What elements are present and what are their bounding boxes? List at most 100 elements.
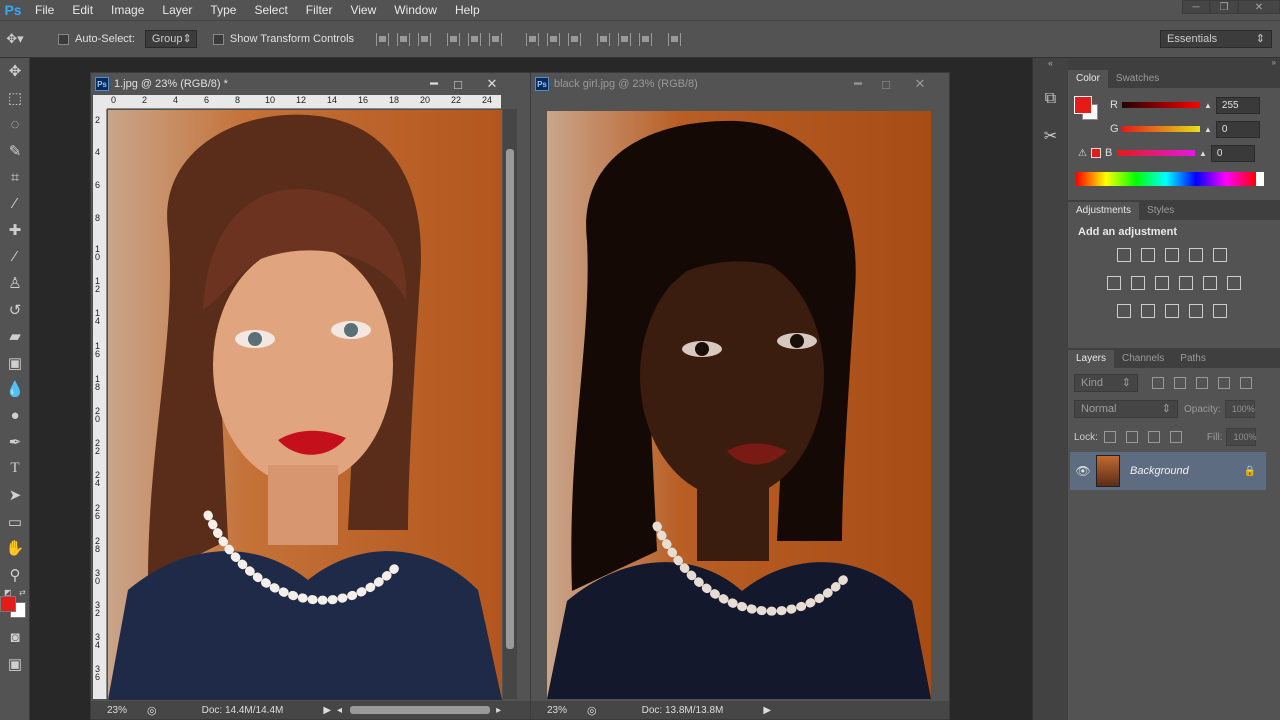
tab-paths[interactable]: Paths — [1172, 350, 1214, 368]
distribute-horizontal-center-icon[interactable] — [618, 32, 632, 46]
horizontal-ruler[interactable]: 0 2 4 6 8 10 12 14 16 18 20 22 24 — [107, 95, 501, 109]
close-app-button[interactable]: ✕ — [1238, 0, 1280, 14]
menu-filter[interactable]: Filter — [297, 0, 342, 20]
slider-handle-icon[interactable]: ▲ — [1199, 149, 1207, 158]
eyedropper-tool-icon[interactable]: ⁄ — [0, 191, 30, 218]
slider-handle-icon[interactable]: ▲ — [1204, 125, 1212, 134]
auto-align-layers-icon[interactable] — [668, 32, 682, 46]
distribute-right-icon[interactable] — [639, 32, 653, 46]
dodge-tool-icon[interactable]: ● — [0, 403, 30, 430]
threshold-icon[interactable] — [1165, 304, 1179, 318]
distribute-top-icon[interactable] — [526, 32, 540, 46]
lasso-tool-icon[interactable]: ◌ — [0, 111, 30, 138]
filter-kind-dropdown[interactable]: Kind ⇕ — [1074, 374, 1138, 392]
zoom-tool-icon[interactable]: ⚲ — [0, 562, 30, 589]
color-spectrum-bar[interactable] — [1076, 172, 1264, 186]
scroll-right-icon[interactable]: ▸ — [496, 705, 501, 716]
invert-icon[interactable] — [1117, 304, 1131, 318]
menu-window[interactable]: Window — [385, 0, 446, 20]
show-transform-checkbox[interactable] — [212, 33, 224, 45]
workspace-switcher[interactable]: Essentials ⇕ — [1160, 30, 1272, 48]
filter-pixel-icon[interactable] — [1152, 377, 1164, 389]
gamut-color-chip[interactable] — [1090, 148, 1101, 158]
document-canvas-2[interactable] — [547, 111, 931, 699]
levels-icon[interactable] — [1141, 248, 1155, 262]
move-tool-preset-icon[interactable]: ✥▾ — [0, 31, 30, 47]
layer-row[interactable]: 👁 Background 🔒 — [1070, 452, 1266, 490]
menu-image[interactable]: Image — [102, 0, 153, 20]
foreground-color-box[interactable] — [1074, 96, 1092, 114]
rectangle-tool-icon[interactable]: ▭ — [0, 509, 30, 536]
filter-shape-icon[interactable] — [1218, 377, 1230, 389]
opacity-value[interactable]: 100% — [1224, 400, 1255, 418]
posterize-icon[interactable] — [1141, 304, 1155, 318]
brush-tool-icon[interactable]: ⁄ — [0, 244, 30, 271]
lock-pixels-icon[interactable] — [1125, 431, 1138, 443]
scroll-left-icon[interactable]: ◂ — [337, 705, 342, 716]
document-title-bar[interactable]: Ps 1.jpg @ 23% (RGB/8) * ━ □ ✕ — [91, 73, 547, 95]
selective-color-icon[interactable] — [1189, 304, 1203, 318]
marquee-tool-icon[interactable]: ⬚ — [0, 85, 30, 112]
document-canvas-1[interactable] — [108, 110, 502, 700]
distribute-bottom-icon[interactable] — [568, 32, 582, 46]
document-title-bar[interactable]: Ps black girl.jpg @ 23% (RGB/8) ━ □ ✕ — [531, 73, 949, 95]
align-right-icon[interactable] — [489, 32, 503, 46]
maximize-document-button[interactable]: □ — [877, 75, 895, 93]
layer-name[interactable]: Background — [1130, 465, 1189, 477]
distribute-vertical-center-icon[interactable] — [547, 32, 561, 46]
gradient-map-icon[interactable] — [1213, 304, 1227, 318]
tab-color[interactable]: Color — [1068, 70, 1108, 88]
menu-select[interactable]: Select — [245, 0, 296, 20]
red-slider[interactable] — [1122, 102, 1200, 108]
clone-stamp-tool-icon[interactable]: ♙ — [0, 270, 30, 297]
green-slider[interactable] — [1122, 126, 1200, 132]
tab-styles[interactable]: Styles — [1139, 202, 1182, 220]
filter-type-icon[interactable] — [1196, 377, 1208, 389]
menu-view[interactable]: View — [341, 0, 385, 20]
fill-value[interactable]: 100% — [1226, 428, 1257, 446]
collapse-icon[interactable]: » — [1068, 58, 1280, 68]
lock-all-icon[interactable] — [1169, 431, 1182, 443]
blend-mode-dropdown[interactable]: Normal ⇕ — [1074, 400, 1178, 418]
healing-brush-tool-icon[interactable]: ✚ — [0, 217, 30, 244]
quick-selection-tool-icon[interactable]: ✎ — [0, 138, 30, 165]
align-left-icon[interactable] — [447, 32, 461, 46]
curves-icon[interactable] — [1165, 248, 1179, 262]
move-tool-icon[interactable]: ✥ — [0, 58, 30, 85]
vibrance-icon[interactable] — [1213, 248, 1227, 262]
history-panel-icon[interactable]: ⧉ — [1033, 90, 1068, 118]
close-document-button[interactable]: ✕ — [911, 75, 929, 93]
auto-select-dropdown[interactable]: Group ⇕ — [144, 30, 197, 48]
align-top-icon[interactable] — [376, 32, 390, 46]
menu-type[interactable]: Type — [201, 0, 245, 20]
minimize-document-button[interactable]: ━ — [425, 75, 443, 93]
status-arrow-icon[interactable]: ▶ — [323, 705, 331, 716]
close-document-button[interactable]: ✕ — [483, 75, 501, 93]
restore-app-button[interactable]: ❐ — [1210, 0, 1238, 14]
status-menu-icon[interactable]: ◎ — [147, 704, 157, 717]
collapse-icon[interactable]: « — [1033, 58, 1068, 70]
tool-presets-icon[interactable]: ✂ — [1033, 126, 1068, 154]
exposure-icon[interactable] — [1189, 248, 1203, 262]
filter-adjustment-icon[interactable] — [1174, 377, 1186, 389]
blue-value[interactable]: 0 — [1210, 144, 1255, 162]
status-menu-icon[interactable]: ◎ — [587, 704, 597, 717]
lock-position-icon[interactable] — [1147, 431, 1160, 443]
screen-mode-icon[interactable]: ▣ — [0, 651, 30, 678]
horizontal-scrollbar[interactable] — [350, 706, 491, 714]
blur-tool-icon[interactable]: 💧 — [0, 376, 30, 403]
pen-tool-icon[interactable]: ✒ — [0, 429, 30, 456]
vertical-scrollbar[interactable] — [503, 109, 517, 699]
color-lookup-icon[interactable] — [1227, 276, 1241, 290]
visibility-eye-icon[interactable]: 👁 — [1070, 464, 1096, 478]
menu-help[interactable]: Help — [446, 0, 489, 20]
blue-slider[interactable] — [1116, 150, 1195, 156]
hue-saturation-icon[interactable] — [1107, 276, 1121, 290]
tab-swatches[interactable]: Swatches — [1108, 70, 1167, 88]
filter-smart-object-icon[interactable] — [1240, 377, 1252, 389]
foreground-color-swatch[interactable] — [0, 596, 16, 612]
photo-filter-icon[interactable] — [1179, 276, 1193, 290]
swap-colors-icon[interactable]: ⇄ — [19, 588, 26, 597]
maximize-document-button[interactable]: □ — [449, 75, 467, 93]
menu-file[interactable]: File — [26, 0, 63, 20]
